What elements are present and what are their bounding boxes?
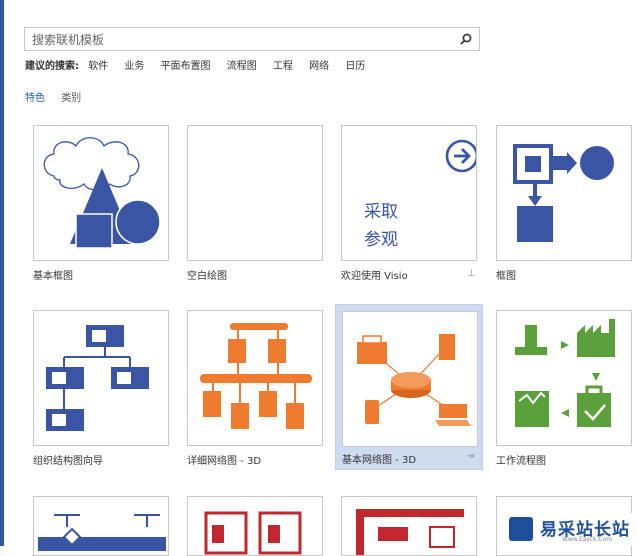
basic-network-icon [357,334,471,426]
watermark-url: Www.Easck.Com [562,536,613,543]
template-title: 详细网络图 - 3D [187,456,262,467]
suggested-link-engineering[interactable]: 工程 [273,61,293,72]
left-accent-bar [0,0,4,546]
suggested-searches: 建议的搜索: 软件 业务 平面布置图 流程图 工程 网络 日历 [25,57,378,72]
template-thumbnail [341,496,477,556]
suggested-link-network[interactable]: 网络 [309,61,329,72]
template-thumbnail [342,311,478,447]
template-title: 工作流程图 [496,456,546,467]
watermark: 易采站长站 Www.Easck.Com [504,513,642,546]
office-layout-icon [356,509,464,555]
template-card-row3-1[interactable] [33,496,181,556]
suggested-link-floorplan[interactable]: 平面布置图 [161,61,211,72]
welcome-text-line-1: 采取 [364,202,398,222]
workflow-icon [515,319,615,427]
template-thumbnail [496,125,632,261]
tab-categories[interactable]: 类别 [61,93,81,104]
template-card-row3-2[interactable] [187,496,335,556]
template-thumbnail [496,310,632,446]
template-title: 基本网络图 - 3D [342,455,417,466]
template-card-detailed-network-3d[interactable]: 详细网络图 - 3D [187,310,335,476]
welcome-tour-text: 采取 参观 [364,198,398,254]
template-thumbnail [33,125,169,261]
template-thumbnail [33,310,169,446]
suggested-link-business[interactable]: 业务 [124,61,144,72]
pin-icon[interactable]: ⇥ [466,451,474,462]
filter-tabs: 特色 类别 [25,89,94,104]
pin-icon[interactable]: ⊥ [467,268,476,279]
template-title: 框图 [496,271,516,282]
template-thumbnail [33,496,169,556]
template-title: 空白绘图 [187,271,227,282]
template-card-basic-diagram[interactable]: 基本框图 [33,125,181,291]
template-search-box[interactable] [24,27,480,51]
template-card-org-chart-wizard[interactable]: 组织结构图向导 [33,310,181,476]
floor-plan-icon [204,511,302,555]
welcome-text-line-2: 参观 [364,230,398,250]
watermark-logo-icon [509,517,533,541]
template-card-work-flow-diagram[interactable]: 工作流程图 [496,310,642,476]
template-title: 组织结构图向导 [33,456,103,467]
template-card-block-diagram[interactable]: 框图 [496,125,642,291]
template-title: 基本框图 [33,271,73,282]
template-card-basic-network-3d[interactable]: 基本网络图 - 3D ⇥ [335,304,483,470]
block-diagram-icon [513,144,614,242]
template-thumbnail [187,125,323,261]
org-chart-icon [46,325,149,431]
template-thumbnail: 采取 参观 [341,125,477,261]
suggested-link-software[interactable]: 软件 [88,61,108,72]
suggested-link-calendar[interactable]: 日历 [345,61,365,72]
detailed-network-icon [200,323,312,429]
arrow-circle-icon [445,139,476,173]
suggested-searches-label: 建议的搜索: [25,61,79,72]
template-card-welcome-visio[interactable]: 采取 参观 欢迎使用 Visio ⊥ [341,125,489,291]
template-thumbnail [187,310,323,446]
basic-shapes-icon [43,137,161,249]
cross-functional-icon [38,514,166,551]
template-title: 欢迎使用 Visio [341,271,408,282]
search-input[interactable] [30,30,454,50]
suggested-link-flowchart[interactable]: 流程图 [227,61,257,72]
template-thumbnail [187,496,323,556]
search-icon[interactable] [459,32,473,46]
template-card-row3-3[interactable] [341,496,489,556]
template-card-blank-drawing[interactable]: 空白绘图 [187,125,335,291]
tab-featured[interactable]: 特色 [25,93,45,104]
